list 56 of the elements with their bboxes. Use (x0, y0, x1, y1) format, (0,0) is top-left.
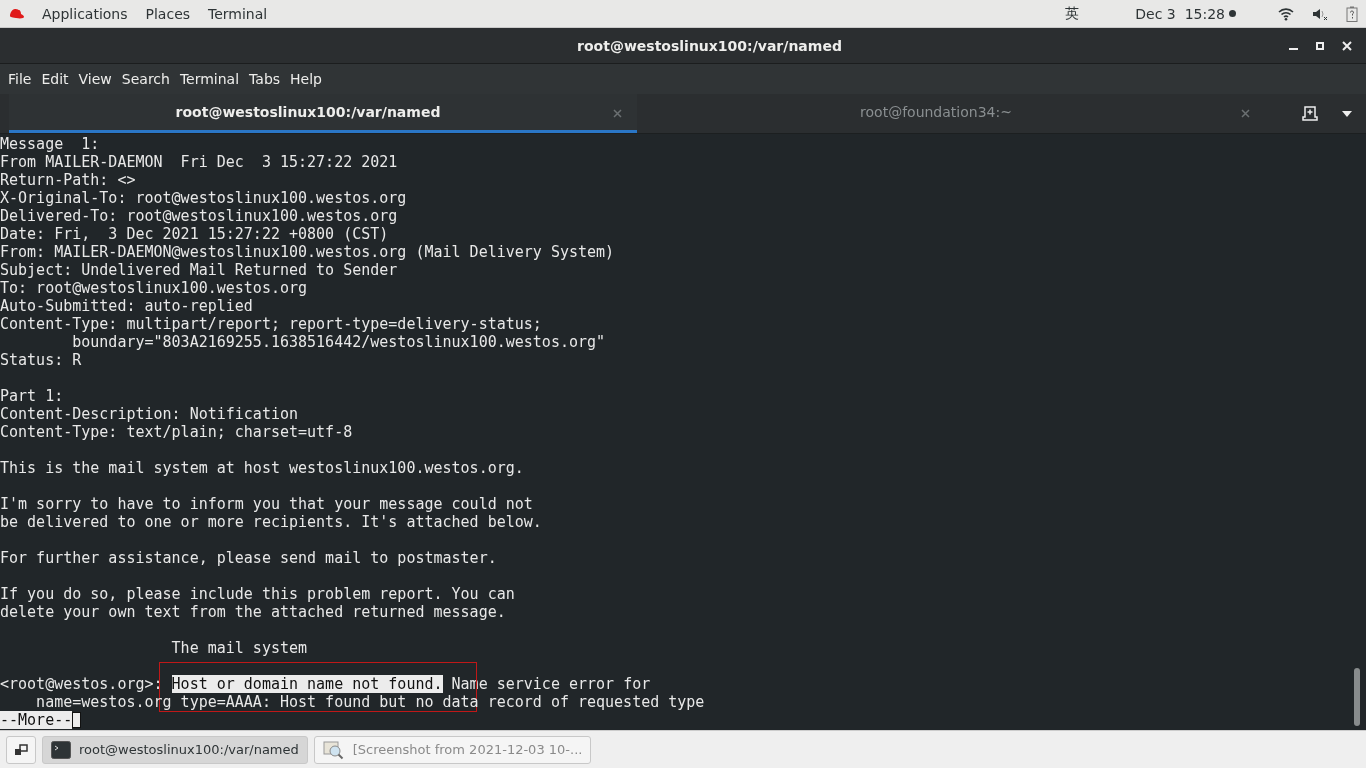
text-cursor (72, 712, 82, 728)
terminal-line: For further assistance, please send mail to postmaster. (0, 549, 497, 567)
terminal-line: The mail system (170, 639, 308, 657)
terminal-line: Content-Type: text/plain; charset=utf-8 (0, 423, 353, 441)
wifi-icon[interactable] (1278, 6, 1294, 21)
terminal-line: boundary="803A2169255.1638516442/westoslinux100.westos.org" (71, 333, 606, 351)
dropdown-caret-icon[interactable] (1342, 110, 1352, 117)
menu-item[interactable]: Tabs (244, 71, 286, 87)
terminal-line: Content-Description: Notification (0, 405, 298, 423)
menu-item[interactable]: Help (285, 71, 327, 87)
hat-logo-icon[interactable] (8, 7, 24, 20)
terminal-line: To: root@westoslinux100.westos.org (0, 279, 308, 297)
terminal-line: If you do so, please include this problem report. You can (0, 585, 515, 603)
menu-item[interactable]: Terminal (174, 71, 245, 87)
terminal-line: From MAILER-DAEMON Fri Dec 3 15:27:22 2021 (0, 153, 398, 171)
terminal-line: Message 1: (0, 135, 100, 153)
menu-item[interactable]: Search (116, 71, 175, 87)
workspace-switcher-button[interactable] (6, 735, 36, 764)
battery-unknown-icon[interactable] (1346, 5, 1358, 22)
menu-item[interactable]: File (3, 71, 37, 87)
terminal-icon (51, 740, 71, 759)
terminal-line: X-Original-To: root@westoslinux100.westos.org (0, 189, 407, 207)
pager-prompt: --More-- (0, 711, 73, 729)
terminal-line: delete your own text from the attached returned message. (0, 603, 506, 621)
terminal-tab[interactable]: root@westoslinux100:/var/named (9, 94, 637, 133)
selected-terminal-text: Host or domain name not found. (171, 675, 443, 693)
terminal-line: Subject: Undelivered Mail Returned to Sender (0, 261, 398, 279)
input-method-indicator[interactable]: 英 (1065, 4, 1080, 23)
dot-icon (1229, 10, 1236, 17)
terminal-line: Return-Path: <> (0, 171, 136, 189)
terminal-line: Status: R (0, 351, 82, 369)
menu-item[interactable]: Edit (36, 71, 74, 87)
terminal-text: <root@westos.org>: (0, 675, 164, 693)
terminal-line: Part 1: (0, 387, 64, 405)
new-tab-icon[interactable] (1302, 106, 1318, 121)
terminal-line: This is the mail system at host westoslinux100.westos.org. (0, 459, 524, 477)
terminal-line: From: MAILER-DAEMON@westoslinux100.westos.org (Mail Delivery System) (0, 243, 615, 261)
terminal-line: Content-Type: multipart/report; report-type=delivery-status; (0, 315, 542, 333)
terminal-line: I'm sorry to have to inform you that your message could not (0, 495, 533, 513)
top-menu[interactable]: Terminal (208, 5, 268, 22)
magnifier-image-icon (322, 739, 345, 760)
terminal-tab[interactable]: root@foundation34:~ (637, 94, 1265, 133)
scrollbar-thumb[interactable] (1354, 668, 1360, 726)
top-menu[interactable]: Applications (42, 5, 128, 22)
speaker-muted-icon[interactable] (1312, 6, 1328, 21)
taskbar-window-button[interactable]: root@westoslinux100:/var/named (42, 735, 308, 764)
terminal-line: Auto-Submitted: auto-replied (0, 297, 253, 315)
window-title: root@westoslinux100:/var/named (576, 37, 843, 54)
terminal-line: be delivered to one or more recipients. It's attached below. (0, 513, 542, 531)
terminal-line: Date: Fri, 3 Dec 2021 15:27:22 +0800 (CST) (0, 225, 389, 243)
maximize-icon[interactable] (1316, 41, 1324, 50)
terminal-line: Delivered-To: root@westoslinux100.westos.org (0, 207, 398, 225)
top-menu[interactable]: Places (145, 5, 191, 22)
windows-icon (14, 743, 28, 756)
clock[interactable]: Dec 3 15:28 (1135, 5, 1225, 22)
menu-item[interactable]: View (73, 71, 117, 87)
